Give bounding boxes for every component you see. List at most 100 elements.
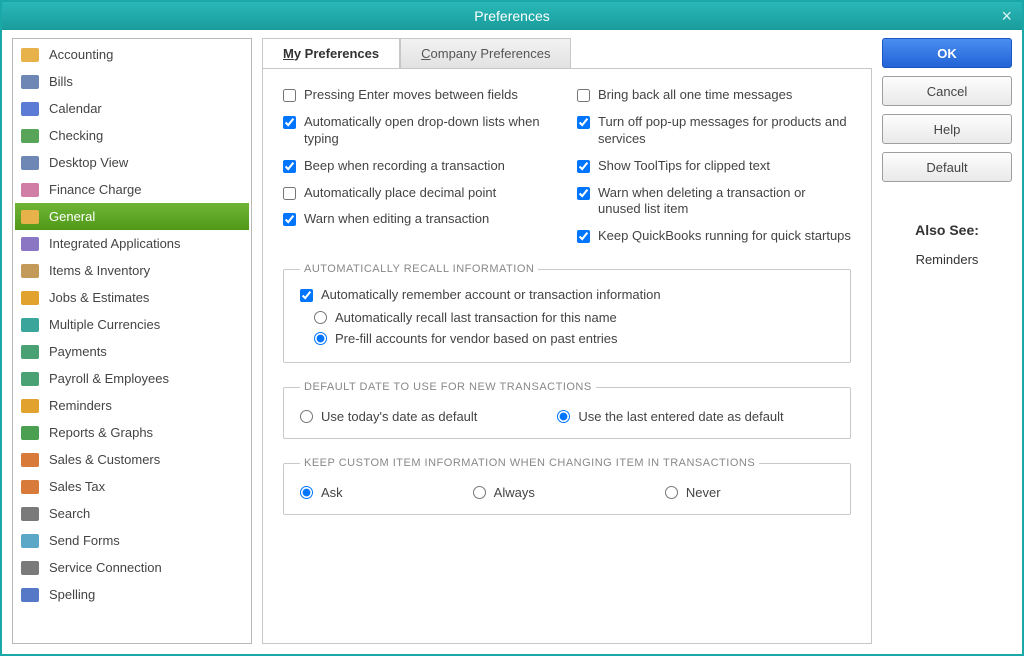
sidebar-item-accounting[interactable]: Accounting	[15, 41, 249, 68]
category-icon	[19, 72, 41, 92]
sidebar-item-reminders[interactable]: Reminders	[15, 392, 249, 419]
category-icon	[19, 207, 41, 227]
cancel-button[interactable]: Cancel	[882, 76, 1012, 106]
sidebar-item-payments[interactable]: Payments	[15, 338, 249, 365]
window-title: Preferences	[474, 8, 549, 24]
sidebar-item-label: Items & Inventory	[49, 263, 150, 278]
check-popup-off[interactable]: Turn off pop-up messages for products an…	[577, 114, 851, 148]
group-auto-recall-legend: AUTOMATICALLY RECALL INFORMATION	[300, 263, 538, 275]
sidebar-item-payroll-employees[interactable]: Payroll & Employees	[15, 365, 249, 392]
sidebar-item-calendar[interactable]: Calendar	[15, 95, 249, 122]
check-tooltips[interactable]: Show ToolTips for clipped text	[577, 158, 851, 175]
sidebar-item-label: Desktop View	[49, 155, 128, 170]
check-auto-remember[interactable]: Automatically remember account or transa…	[300, 287, 834, 304]
check-beep[interactable]: Beep when recording a transaction	[283, 158, 557, 175]
titlebar: Preferences ×	[2, 2, 1022, 30]
tabs: My Preferences Company Preferences	[262, 38, 872, 68]
sidebar-item-label: Reports & Graphs	[49, 425, 153, 440]
check-keep-running[interactable]: Keep QuickBooks running for quick startu…	[577, 228, 851, 245]
sidebar-item-label: Finance Charge	[49, 182, 142, 197]
sidebar-item-service-connection[interactable]: Service Connection	[15, 554, 249, 581]
sidebar-item-general[interactable]: General	[15, 203, 249, 230]
category-icon	[19, 423, 41, 443]
sidebar-item-label: Bills	[49, 74, 73, 89]
center-panel: My Preferences Company Preferences Press…	[262, 38, 872, 644]
check-auto-dropdown[interactable]: Automatically open drop-down lists when …	[283, 114, 557, 148]
check-auto-decimal[interactable]: Automatically place decimal point	[283, 185, 557, 202]
group-default-date-legend: DEFAULT DATE TO USE FOR NEW TRANSACTIONS	[300, 381, 596, 393]
sidebar-item-spelling[interactable]: Spelling	[15, 581, 249, 608]
sidebar-item-label: Jobs & Estimates	[49, 290, 149, 305]
also-see-title: Also See:	[882, 222, 1012, 238]
sidebar-item-sales-customers[interactable]: Sales & Customers	[15, 446, 249, 473]
sidebar-item-label: Sales Tax	[49, 479, 105, 494]
close-icon[interactable]: ×	[1001, 6, 1012, 27]
preferences-window: Preferences × Accounting Bills Calendar Che…	[0, 0, 1024, 656]
category-icon	[19, 288, 41, 308]
category-icon	[19, 315, 41, 335]
default-button[interactable]: Default	[882, 152, 1012, 182]
radio-date-last[interactable]: Use the last entered date as default	[557, 409, 783, 424]
check-warn-edit[interactable]: Warn when editing a transaction	[283, 211, 557, 228]
sidebar-item-label: Multiple Currencies	[49, 317, 160, 332]
category-icon	[19, 369, 41, 389]
category-icon	[19, 342, 41, 362]
sidebar-item-finance-charge[interactable]: Finance Charge	[15, 176, 249, 203]
category-icon	[19, 396, 41, 416]
sidebar-item-integrated-applications[interactable]: Integrated Applications	[15, 230, 249, 257]
category-icon	[19, 477, 41, 497]
sidebar-item-multiple-currencies[interactable]: Multiple Currencies	[15, 311, 249, 338]
group-keep-custom-legend: KEEP CUSTOM ITEM INFORMATION WHEN CHANGI…	[300, 457, 759, 469]
category-icon	[19, 126, 41, 146]
sidebar-item-label: Accounting	[49, 47, 113, 62]
check-bring-back-msg[interactable]: Bring back all one time messages	[577, 87, 851, 104]
category-icon	[19, 531, 41, 551]
category-icon	[19, 261, 41, 281]
right-column: OK Cancel Help Default Also See: Reminde…	[882, 38, 1012, 644]
sidebar-item-label: Spelling	[49, 587, 95, 602]
category-icon	[19, 234, 41, 254]
tab-my-preferences[interactable]: My Preferences	[262, 38, 400, 68]
preferences-panel: Pressing Enter moves between fields Auto…	[262, 68, 872, 644]
radio-keep-ask[interactable]: Ask	[300, 485, 343, 500]
sidebar-item-items-inventory[interactable]: Items & Inventory	[15, 257, 249, 284]
radio-keep-never[interactable]: Never	[665, 485, 721, 500]
sidebar-item-sales-tax[interactable]: Sales Tax	[15, 473, 249, 500]
category-icon	[19, 504, 41, 524]
sidebar-item-reports-graphs[interactable]: Reports & Graphs	[15, 419, 249, 446]
radio-recall-last[interactable]: Automatically recall last transaction fo…	[314, 310, 834, 325]
sidebar-item-checking[interactable]: Checking	[15, 122, 249, 149]
sidebar-item-jobs-estimates[interactable]: Jobs & Estimates	[15, 284, 249, 311]
sidebar-item-desktop-view[interactable]: Desktop View	[15, 149, 249, 176]
group-default-date: DEFAULT DATE TO USE FOR NEW TRANSACTIONS…	[283, 381, 851, 439]
category-icon	[19, 99, 41, 119]
category-icon	[19, 153, 41, 173]
category-icon	[19, 585, 41, 605]
ok-button[interactable]: OK	[882, 38, 1012, 68]
group-keep-custom: KEEP CUSTOM ITEM INFORMATION WHEN CHANGI…	[283, 457, 851, 515]
category-icon	[19, 450, 41, 470]
radio-date-today[interactable]: Use today's date as default	[300, 409, 477, 424]
check-enter-moves-fields[interactable]: Pressing Enter moves between fields	[283, 87, 557, 104]
group-auto-recall: AUTOMATICALLY RECALL INFORMATION Automat…	[283, 263, 851, 363]
sidebar-item-send-forms[interactable]: Send Forms	[15, 527, 249, 554]
also-see-item[interactable]: Reminders	[882, 252, 1012, 267]
sidebar-item-label: Send Forms	[49, 533, 120, 548]
sidebar-item-bills[interactable]: Bills	[15, 68, 249, 95]
category-icon	[19, 45, 41, 65]
sidebar-item-label: Calendar	[49, 101, 102, 116]
sidebar-item-label: Payments	[49, 344, 107, 359]
sidebar-item-label: Reminders	[49, 398, 112, 413]
tab-company-preferences[interactable]: Company Preferences	[400, 38, 571, 68]
sidebar-list[interactable]: Accounting Bills Calendar Checking Desktop V…	[15, 41, 249, 641]
sidebar-item-search[interactable]: Search	[15, 500, 249, 527]
sidebar: Accounting Bills Calendar Checking Desktop V…	[12, 38, 252, 644]
content-area: Accounting Bills Calendar Checking Desktop V…	[2, 30, 1022, 654]
radio-recall-prefill[interactable]: Pre-fill accounts for vendor based on pa…	[314, 331, 834, 346]
radio-keep-always[interactable]: Always	[473, 485, 535, 500]
sidebar-item-label: General	[49, 209, 95, 224]
sidebar-item-label: Checking	[49, 128, 103, 143]
help-button[interactable]: Help	[882, 114, 1012, 144]
sidebar-item-label: Integrated Applications	[49, 236, 181, 251]
check-warn-delete[interactable]: Warn when deleting a transaction or unus…	[577, 185, 851, 219]
